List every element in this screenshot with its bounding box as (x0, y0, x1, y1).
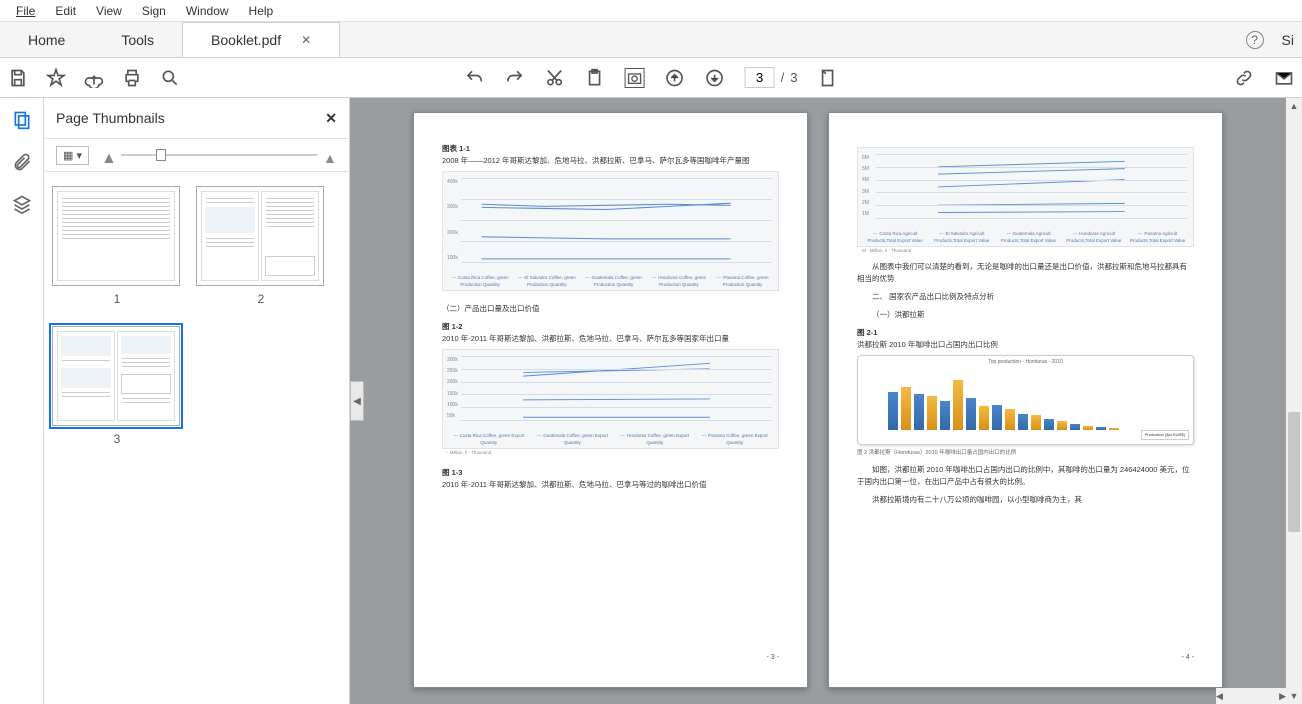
section-heading: 二、 国家农产品出口比例及特点分析 (857, 291, 1194, 303)
menu-view[interactable]: View (86, 2, 132, 20)
tab-tools[interactable]: Tools (93, 22, 182, 57)
redo-icon[interactable] (505, 68, 525, 88)
page-down-icon[interactable] (705, 68, 725, 88)
cut-icon[interactable] (545, 68, 565, 88)
chart-1-2: 300k250k200k150k100k50k Costa Rica Coffe… (442, 349, 779, 449)
collapse-sidebar-button[interactable]: ◀ (350, 381, 364, 421)
thumbnail-label: 2 (258, 292, 265, 306)
tab-bar: Home Tools Booklet.pdf ✕ ? Si (0, 22, 1302, 58)
thumbnail-size-slider[interactable]: ▲ ▲ (101, 150, 337, 160)
page-up-icon[interactable] (665, 68, 685, 88)
sign-in-link[interactable]: Si (1282, 32, 1294, 48)
help-icon[interactable]: ? (1246, 31, 1264, 49)
page-indicator: / 3 (745, 67, 798, 88)
figure-title: 2010 年-2011 年哥斯达黎加、洪都拉斯、危地马拉、巴拿马、萨尔瓦多等国家… (442, 333, 779, 345)
page-input[interactable] (745, 67, 775, 88)
page-number: - 4 - (1182, 652, 1194, 663)
scroll-thumb[interactable] (1288, 412, 1300, 532)
zoom-out-small-icon: ▲ (101, 150, 115, 160)
slider-handle[interactable] (156, 149, 166, 161)
tab-close-icon[interactable]: ✕ (301, 33, 311, 47)
thumbnails-panel: Page Thumbnails ✕ ▦ ▾ ▲ ▲ 1 2 (44, 98, 350, 704)
page-sep: / (781, 70, 785, 85)
zoom-in-large-icon: ▲ (323, 150, 337, 160)
clipboard-icon[interactable] (585, 68, 605, 88)
page-total: 3 (790, 70, 797, 85)
scroll-up-icon[interactable]: ▲ (1286, 98, 1302, 114)
menu-file[interactable]: File (6, 2, 45, 20)
menu-window[interactable]: Window (176, 2, 239, 20)
paragraph: 从图表中我们可以清楚的看到，无论是咖啡的出口量还是出口价值，洪都拉斯和危地马拉都… (857, 261, 1194, 285)
link-icon[interactable] (1234, 68, 1254, 88)
scroll-left-icon[interactable]: ◀ (1216, 688, 1223, 704)
thumbnail-page-2[interactable]: 2 (196, 186, 326, 306)
thumbnail-options-button[interactable]: ▦ ▾ (56, 146, 89, 165)
subsection-heading: （一）洪都拉斯 (857, 309, 1194, 321)
figure-label: 图 1-3 (442, 467, 779, 479)
vertical-scrollbar[interactable]: ▲ ▼ (1286, 98, 1302, 704)
scroll-right-icon[interactable]: ▶ (1279, 688, 1286, 704)
pdf-page-left: 图表 1-1 2008 年——2012 年哥斯达黎加、危地马拉、洪都拉斯、巴拿马… (413, 112, 808, 688)
menu-help[interactable]: Help (239, 2, 284, 20)
thumbnail-page-1[interactable]: 1 (52, 186, 182, 306)
tab-home[interactable]: Home (0, 22, 93, 57)
scroll-down-icon[interactable]: ▼ (1286, 688, 1302, 704)
close-panel-icon[interactable]: ✕ (325, 110, 337, 127)
print-icon[interactable] (122, 68, 142, 88)
thumbnail-label: 1 (114, 292, 121, 306)
menubar: File Edit View Sign Window Help (0, 0, 1302, 22)
search-icon[interactable] (160, 68, 180, 88)
menu-sign[interactable]: Sign (132, 2, 176, 20)
menu-edit[interactable]: Edit (45, 2, 86, 20)
chart-1-1: 400k300k200k100k Costa Rica Coffee, gree… (442, 171, 779, 291)
mail-icon[interactable] (1274, 68, 1294, 88)
undo-icon[interactable] (465, 68, 485, 88)
horizontal-scrollbar[interactable]: ◀ ▶ (1216, 688, 1286, 704)
figure-title: 2010 年-2011 年哥斯达黎加、洪都拉斯、危地马拉、巴拿马等过的咖啡出口价… (442, 479, 779, 491)
chart-export-value: 6M5M4M3M2M1M Costa Rica Agricult Product… (857, 147, 1194, 247)
paragraph: 洪都拉斯境内有二十八万公顷的咖啡园，以小型咖啡商为主，其 (857, 494, 1194, 506)
pdf-page-right: 6M5M4M3M2M1M Costa Rica Agricult Product… (828, 112, 1223, 688)
figure-caption: 图 2 洪都拉斯（Honduras）2010 年咖啡出口量占国内出口的比例 (857, 449, 1194, 458)
navigation-strip (0, 98, 44, 704)
figure-title: 2008 年——2012 年哥斯达黎加、危地马拉、洪都拉斯、巴拿马、萨尔瓦多等国… (442, 155, 779, 167)
thumbnail-label: 3 (114, 432, 121, 446)
toolbar: / 3 (0, 58, 1302, 98)
save-icon[interactable] (8, 68, 28, 88)
page-view-icon[interactable] (817, 68, 837, 88)
thumbnails-title: Page Thumbnails (56, 110, 165, 126)
snapshot-icon[interactable] (625, 68, 645, 88)
bar-chart-honduras: Top production - Honduras - 2010 Product… (857, 355, 1194, 445)
figure-label: 图表 1-1 (442, 143, 779, 155)
layers-icon[interactable] (12, 194, 32, 214)
page-number: - 3 - (767, 652, 779, 663)
content-area: Page Thumbnails ✕ ▦ ▾ ▲ ▲ 1 2 (0, 98, 1302, 704)
section-heading: （二）产品出口量及出口价值 (442, 303, 779, 315)
tab-document-label: Booklet.pdf (211, 32, 281, 48)
cloud-icon[interactable] (84, 68, 104, 88)
document-viewport: ◀ 图表 1-1 2008 年——2012 年哥斯达黎加、危地马拉、洪都拉斯、巴… (350, 98, 1302, 704)
figure-title: 洪都拉斯 2010 年咖啡出口占国内出口比例 (857, 339, 1194, 351)
bar-chart-title: Top production - Honduras - 2010 (858, 356, 1193, 366)
star-icon[interactable] (46, 68, 66, 88)
tab-document[interactable]: Booklet.pdf ✕ (182, 22, 340, 57)
thumbnails-icon[interactable] (12, 110, 32, 130)
attachments-icon[interactable] (12, 152, 32, 172)
bar-legend: Production ($m EUR$) (1141, 430, 1189, 440)
paragraph: 如图，洪都拉斯 2010 年咖啡出口占国内出口的比例中，其咖啡的出口量为 246… (857, 464, 1194, 488)
thumbnail-page-3[interactable]: 3 (52, 326, 182, 446)
figure-label: 图 1-2 (442, 321, 779, 333)
figure-label: 图 2-1 (857, 327, 1194, 339)
